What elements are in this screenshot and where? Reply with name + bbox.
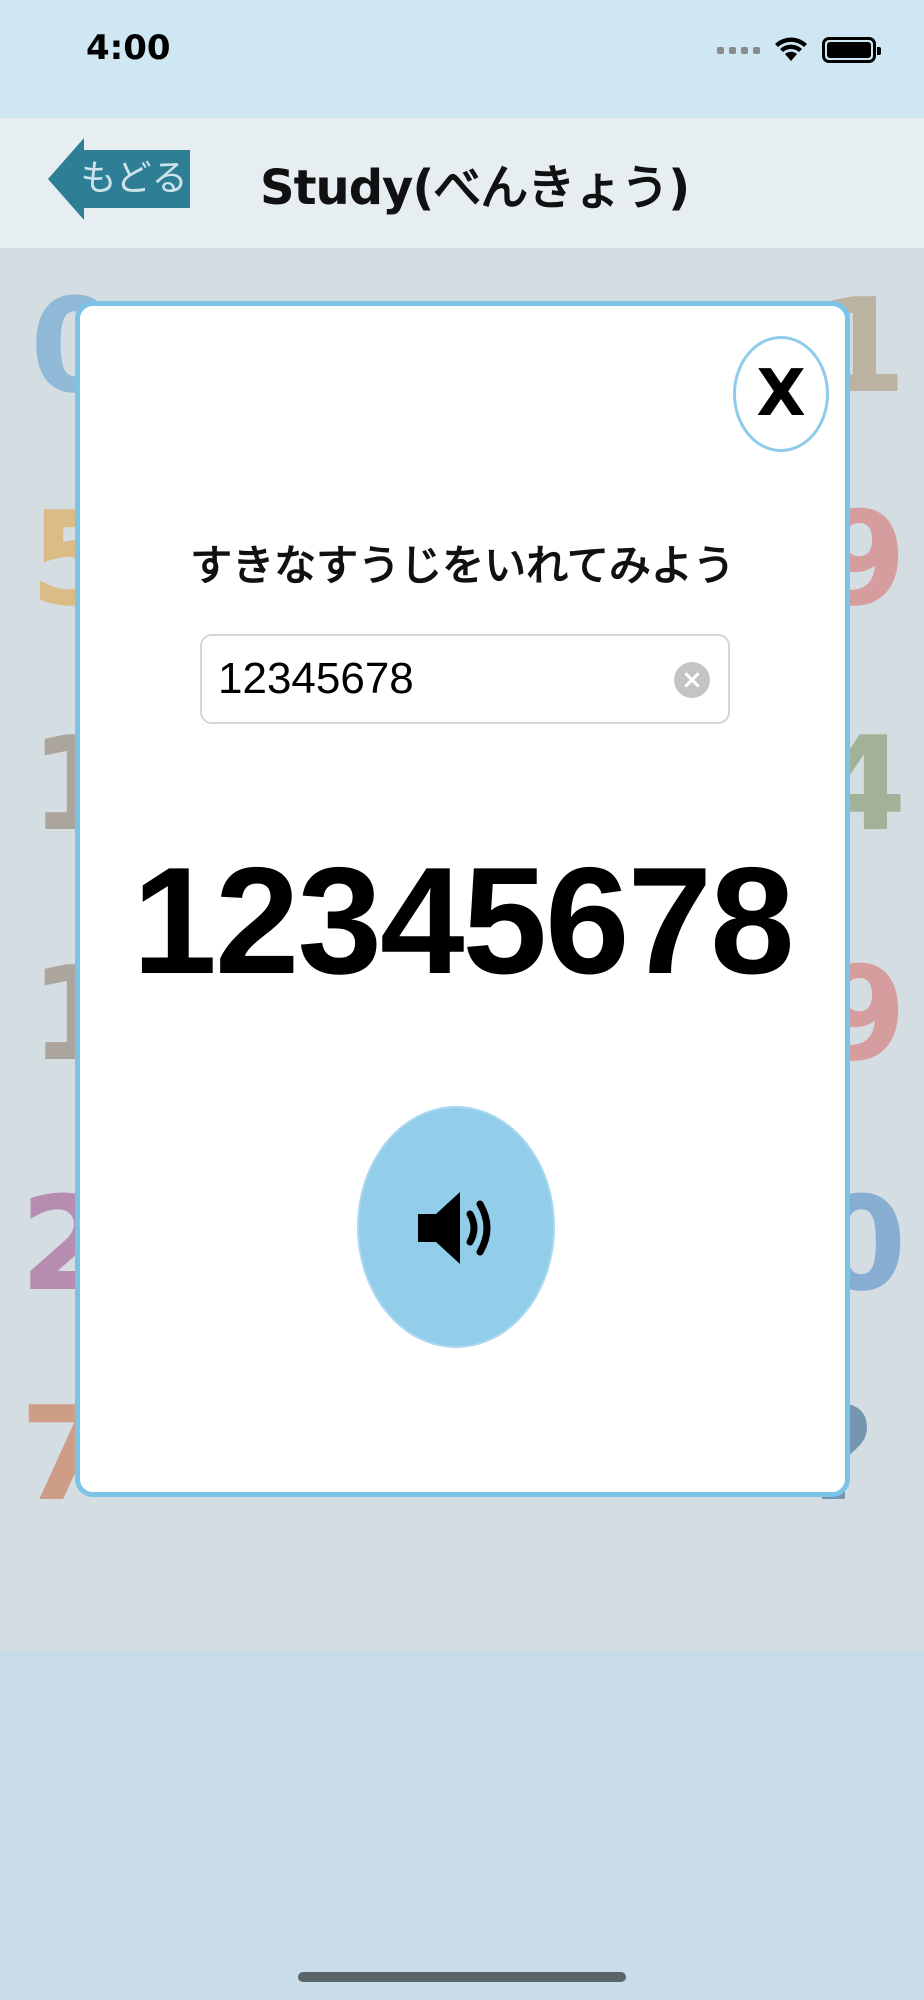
- status-time: 4:00: [86, 28, 171, 68]
- home-indicator: [298, 1972, 626, 1982]
- battery-icon: [822, 37, 881, 63]
- nav-bar: もどる Study(べんきょう): [0, 118, 924, 248]
- status-bar: 4:00: [0, 0, 924, 118]
- status-icons: [717, 32, 881, 68]
- number-field[interactable]: ×: [200, 634, 730, 724]
- display-number: 12345678: [132, 836, 794, 1006]
- close-button[interactable]: X: [733, 336, 829, 452]
- footer-background: [0, 1650, 924, 2000]
- back-button[interactable]: もどる: [48, 138, 190, 220]
- close-icon: X: [756, 357, 806, 431]
- wifi-icon: [775, 37, 807, 61]
- number-input[interactable]: [218, 636, 658, 722]
- back-button-label: もどる: [78, 150, 190, 208]
- page-title: Study(べんきょう): [260, 160, 690, 216]
- clear-text-icon[interactable]: ×: [674, 662, 710, 698]
- play-sound-button[interactable]: [359, 1108, 553, 1346]
- number-input-modal: X すきなすうじをいれてみよう × 12345678: [75, 301, 850, 1497]
- speaker-icon: [418, 1192, 491, 1264]
- modal-prompt: すきなすうじをいれてみよう: [190, 541, 735, 590]
- signal-icon: [717, 46, 760, 54]
